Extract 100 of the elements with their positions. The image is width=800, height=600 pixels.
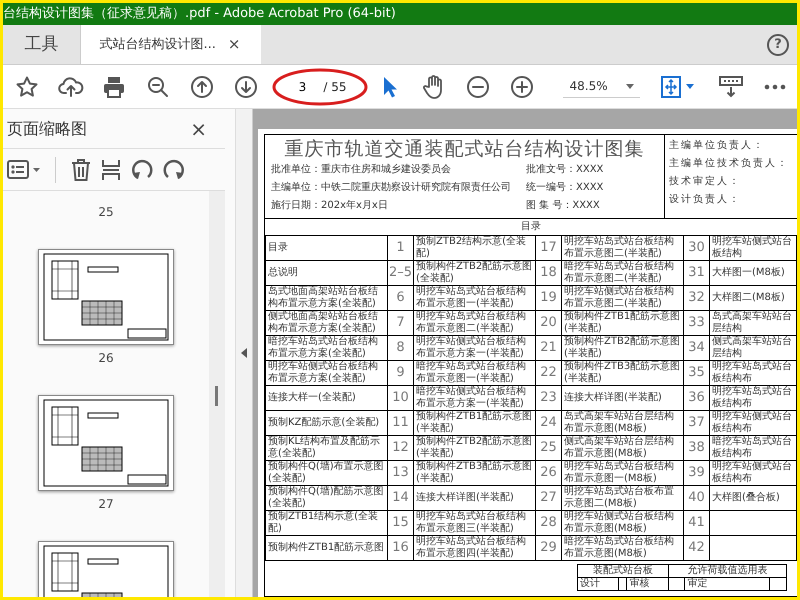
rotate-left-icon[interactable]: [130, 158, 154, 182]
sheet-number: 34: [684, 336, 710, 360]
sheet-number: 22: [536, 360, 562, 386]
sheet-number: 7: [388, 310, 414, 336]
print-icon[interactable]: [102, 74, 126, 98]
drawing-name: 预制ZTB2结构示意(全装配): [414, 236, 536, 260]
caret-icon[interactable]: [686, 84, 694, 89]
sheet-number: 11: [388, 410, 414, 436]
sheet-number: 40: [684, 486, 710, 510]
trash-icon[interactable]: [70, 158, 92, 182]
zoom-dropdown[interactable]: 48.5%: [563, 75, 640, 98]
drawing-name: 连接大样详图(半装配): [414, 486, 536, 510]
zoom-in-icon[interactable]: [510, 74, 534, 98]
drawing-name: 暗挖车站岛式站台板结构布置示意图二(半装配): [562, 260, 684, 286]
drawing-name: 大样图一(M8板): [710, 260, 796, 286]
sheet-number: 20: [536, 310, 562, 336]
drawing-name: 预制构件Q(墙)配筋示意图(全装配): [266, 486, 388, 510]
rotate-right-icon[interactable]: [162, 158, 186, 182]
zoom-value: 48.5%: [569, 78, 608, 95]
drawing-name: 明挖车站侧式站台板结构布置示意图(M8板): [562, 510, 684, 536]
star-icon[interactable]: [14, 74, 39, 98]
drawing-name: 岛式地面高架站站台板结构布置示意方案(全装配): [266, 286, 388, 310]
sheet-number: 24: [536, 410, 562, 436]
close-panel-button[interactable]: ×: [188, 118, 209, 138]
arrow-down-circle-icon[interactable]: [234, 74, 258, 98]
drawing-name: 岛式高架车站站台层结构布置示意图(M8板): [562, 410, 684, 436]
signature-label: 主编单位技术负责人：: [669, 158, 790, 170]
drawing-name: 明挖车站岛式站台板结构布置示意图二(半装配): [414, 310, 536, 336]
drawing-name: 预制构件ZTB2配筋示意图(半装配): [562, 336, 684, 360]
sheet-number: 39: [684, 460, 710, 486]
drawing-name: 侧式高架车站站台层结构: [710, 336, 796, 360]
drawing-name: 岛式高架车站站台层结构: [710, 310, 796, 336]
sheet-number: 35: [684, 360, 710, 386]
arrow-up-circle-icon[interactable]: [190, 74, 214, 98]
drawing-name: 大样图(叠合板): [710, 486, 796, 510]
more-icon[interactable]: [764, 84, 786, 90]
scrollbar-thumb[interactable]: [215, 386, 218, 406]
close-tab-button[interactable]: ×: [226, 37, 242, 52]
drawing-name: 预制KZ配筋示意(全装配): [266, 410, 388, 436]
drawing-name: 明挖车站岛式站台板布置示意图二(M8板): [562, 486, 684, 510]
sheet-number: 36: [684, 386, 710, 410]
role-label: 审定: [684, 578, 770, 590]
drawing-name: 明挖车站侧式站台板结构布: [710, 460, 796, 486]
document-tab[interactable]: 式站台结构设计图... ×: [81, 25, 261, 64]
collapse-arrow-icon[interactable]: [241, 348, 247, 358]
drawing-name: 预制构件ZTB3配筋示意图(半装配): [562, 360, 684, 386]
insert-page-icon[interactable]: [100, 158, 122, 182]
drawing-name: 预制ZTB1结构示意(全装配): [266, 510, 388, 536]
drawing-name: 大样图二(M8板): [710, 286, 796, 310]
drawing-name: 暗挖车站岛式站台板结构布置示意方案(全装配): [266, 336, 388, 360]
sheet-number: 9: [388, 360, 414, 386]
drawing-name: 明挖车站侧式站台板结构: [710, 236, 796, 260]
drawing-name: 预制构件ZTB2配筋示意图(半装配): [414, 436, 536, 460]
sheet-number: 15: [388, 510, 414, 536]
drawing-name: 明挖车站岛式站台板结构布置示意图一(半装配): [414, 286, 536, 310]
pointer-icon[interactable]: [382, 74, 398, 98]
page-number-label: 26: [98, 350, 114, 367]
zoom-search-icon[interactable]: [146, 74, 170, 98]
drawing-name: 连接大样详图(半装配): [562, 386, 684, 410]
drawing-name: 明挖车站侧式站台板结构布: [710, 410, 796, 436]
sheet-number: 37: [684, 410, 710, 436]
options-icon[interactable]: [7, 158, 41, 180]
signature-label: 主编单位负责人：: [669, 140, 766, 152]
sheet-number: 32: [684, 286, 710, 310]
help-button[interactable]: ?: [767, 34, 789, 56]
sheet-number: 41: [684, 510, 710, 536]
sheet-number: 42: [684, 536, 710, 560]
caret-icon: [626, 84, 634, 88]
sheet-number: 18: [536, 260, 562, 286]
sheet-number: 23: [536, 386, 562, 410]
page-thumbnail[interactable]: [38, 249, 174, 345]
panel-title: 页面缩略图: [7, 118, 87, 140]
sheet-number: 8: [388, 336, 414, 360]
sheet-number: 26: [536, 460, 562, 486]
drawing-name: 总说明: [266, 260, 388, 286]
drawing-name: 目录: [266, 236, 388, 260]
sheet-number: 17: [536, 236, 562, 260]
page-number-field[interactable]: 3: [289, 78, 316, 96]
fit-page-icon[interactable]: [660, 74, 682, 98]
info-text: 批准文号：XXXX: [526, 164, 604, 176]
page-thumbnail[interactable]: [38, 395, 174, 491]
info-text: 施行日期：202x年x月x日: [271, 200, 389, 212]
role-label: 审核: [626, 578, 668, 590]
zoom-out-icon[interactable]: [466, 74, 490, 98]
sheet-name: 装配式站台板: [578, 564, 668, 578]
cloud-upload-icon[interactable]: [58, 74, 84, 98]
drawing-name: 预制构件ZTB2配筋示意图(全装配): [414, 260, 536, 286]
sheet-number: 21: [536, 336, 562, 360]
info-text: 图 集 号：XXXX: [526, 200, 600, 212]
contents-heading: 目录: [520, 220, 542, 234]
drawing-name: 侧式地面高架站站台板结构布置示意方案(全装配): [266, 310, 388, 336]
keyboard-down-icon[interactable]: [718, 74, 744, 98]
document-tab-label[interactable]: 式站台结构设计图...: [100, 34, 216, 54]
role-label: 设计: [578, 578, 619, 590]
sheet-number: 33: [684, 310, 710, 336]
drawing-name: 预制构件ZTB3配筋示意图(半装配): [414, 460, 536, 486]
info-text: 主编单位：中铁二院重庆勘察设计研究院有限责任公司: [271, 182, 512, 194]
sheet-number: 38: [684, 436, 710, 460]
drawing-name: 暗挖车站侧式站台板结构布置示意方案一(半装配): [414, 386, 536, 410]
signature-label: 设计负责人：: [669, 194, 742, 206]
